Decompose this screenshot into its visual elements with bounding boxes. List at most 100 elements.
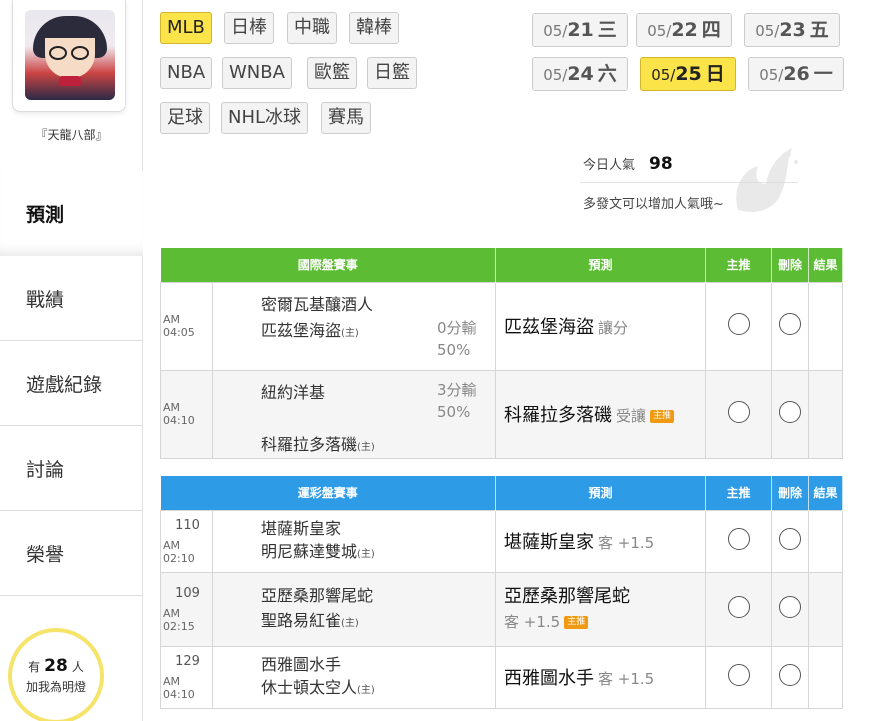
result-cell [808, 571, 844, 647]
featured-radio[interactable] [727, 313, 750, 335]
prediction: 西雅圖水手客 +1.5 [495, 645, 707, 709]
matchup: 西雅圖水手 休士頓太空人(主) [211, 645, 497, 709]
delete-cell [771, 369, 810, 459]
game-time: AM 02:10 [163, 538, 195, 565]
table-row: AM 04:05 密爾瓦基釀酒人 匹茲堡海盜(主) 0分輸 50% 匹茲堡海盜 讓分 [160, 281, 844, 371]
col-header-predict: 預測 [495, 248, 707, 282]
featured-cell [705, 645, 773, 709]
col-header-featured: 主推 [705, 476, 773, 510]
intl-games-table: 國際盤賽事 預測 主推 刪除 結果 AM 04:05 密爾瓦基釀酒人 匹茲堡海盜… [160, 248, 844, 459]
featured-cell [705, 509, 773, 573]
home-team: 科羅拉多落磯(主) [261, 435, 375, 454]
prediction: 堪薩斯皇家客 +1.5 [495, 509, 707, 573]
sport-horse-racing[interactable]: 賽馬 [321, 102, 371, 134]
lottery-games-table: 運彩盤賽事 預測 主推 刪除 結果 110 AM 02:10 堪薩斯皇家 明尼蘇達… [160, 476, 844, 709]
away-team: 亞歷桑那響尾蛇 [261, 585, 374, 605]
game-info: 109 AM 02:15 [160, 571, 213, 647]
prediction: 匹茲堡海盜 讓分 [495, 281, 707, 371]
sport-kbo[interactable]: 韓棒 [349, 12, 399, 44]
nav-item-honor[interactable]: 榮譽 [0, 511, 143, 596]
game-time: AM 04:10 [163, 674, 195, 701]
prediction: 亞歷桑那響尾蛇 客 +1.5 主推 [495, 571, 707, 647]
col-header-event: 運彩盤賽事 [160, 476, 497, 510]
away-team: 紐約洋基 [261, 383, 326, 402]
popularity-value: 98 [649, 154, 673, 174]
col-header-delete: 刪除 [771, 248, 810, 282]
popularity-hint: 多發文可以增加人氣哦~ [583, 197, 724, 212]
date-0522[interactable]: 05/22 四 [636, 13, 732, 47]
table-header: 國際盤賽事 預測 主推 刪除 結果 [160, 248, 844, 282]
nav-item-game-log[interactable]: 遊戲紀錄 [0, 341, 143, 426]
home-team: 明尼蘇達雙城(主) [261, 541, 375, 561]
col-header-result: 結果 [808, 248, 844, 282]
popularity: 今日人氣 98 [583, 154, 673, 174]
date-0521[interactable]: 05/21 三 [532, 13, 628, 47]
result-cell [808, 645, 844, 709]
col-header-featured: 主推 [705, 248, 773, 282]
game-time: AM 04:10 [160, 369, 213, 459]
result-cell [808, 509, 844, 573]
featured-cell [705, 369, 773, 459]
table-row: 129 AM 04:10 西雅圖水手 休士頓太空人(主) 西雅圖水手客 +1.5 [160, 645, 844, 709]
matchup: 紐約洋基 科羅拉多落磯(主) 3分輸 50% [211, 369, 497, 459]
featured-badge: 主推 [650, 410, 675, 423]
delete-radio[interactable] [779, 664, 802, 686]
username: 『天龍八部』 [35, 128, 108, 142]
fans-count: 28 [44, 656, 68, 676]
featured-radio[interactable] [727, 596, 750, 618]
avatar[interactable] [25, 10, 115, 100]
prediction: 科羅拉多落磯 受讓 主推 [495, 369, 707, 459]
sport-nba[interactable]: NBA [160, 57, 213, 89]
sport-soccer[interactable]: 足球 [160, 102, 210, 134]
away-team: 密爾瓦基釀酒人 [261, 295, 374, 314]
game-info: 110 AM 02:10 [160, 509, 213, 573]
col-header-predict: 預測 [495, 476, 707, 510]
date-0526[interactable]: 05/26 一 [748, 57, 844, 91]
game-info: 129 AM 04:10 [160, 645, 213, 709]
table-row: AM 04:10 紐約洋基 科羅拉多落磯(主) 3分輸 50% 科羅拉多落磯 受讓主… [160, 369, 844, 459]
spread-line: 3分輸 50% [437, 381, 477, 421]
delete-radio[interactable] [779, 528, 802, 550]
sport-japan-basketball[interactable]: 日籃 [367, 57, 417, 89]
follow-link[interactable]: 加我為明燈 [12, 678, 100, 695]
col-header-result: 結果 [808, 476, 844, 510]
nav-item-discussion[interactable]: 討論 [0, 426, 143, 511]
game-number: 109 [175, 585, 200, 601]
delete-radio[interactable] [779, 313, 802, 335]
home-team: 匹茲堡海盜(主) [261, 321, 359, 340]
sport-nhl[interactable]: NHL冰球 [221, 102, 309, 134]
date-0524[interactable]: 05/24 六 [532, 57, 628, 91]
nav-item-predict[interactable]: 預測 [0, 171, 143, 256]
nav-item-record[interactable]: 戰績 [0, 256, 143, 341]
game-number: 110 [175, 517, 200, 533]
featured-radio[interactable] [727, 401, 750, 423]
sport-euro-basketball[interactable]: 歐籃 [307, 57, 357, 89]
fans-widget[interactable]: 有 28 人 加我為明燈 [8, 628, 104, 721]
date-0523[interactable]: 05/23 五 [744, 13, 840, 47]
game-number: 129 [175, 653, 200, 669]
sport-mlb[interactable]: MLB [160, 12, 212, 44]
featured-radio[interactable] [727, 664, 750, 686]
matchup: 密爾瓦基釀酒人 匹茲堡海盜(主) 0分輸 50% [211, 281, 497, 371]
delete-radio[interactable] [779, 596, 802, 618]
featured-cell [705, 571, 773, 647]
wing-decoration-icon [736, 148, 798, 213]
delete-cell [771, 571, 810, 647]
home-team: 聖路易紅雀(主) [261, 610, 359, 630]
matchup: 堪薩斯皇家 明尼蘇達雙城(主) [211, 509, 497, 573]
delete-cell [771, 645, 810, 709]
sport-cpbl[interactable]: 中職 [287, 12, 337, 44]
col-header-event: 國際盤賽事 [160, 248, 497, 282]
date-0525[interactable]: 05/25 日 [640, 57, 736, 91]
result-cell [808, 369, 844, 459]
matchup: 亞歷桑那響尾蛇 聖路易紅雀(主) [211, 571, 497, 647]
featured-cell [705, 281, 773, 371]
sport-wnba[interactable]: WNBA [222, 57, 292, 89]
sidebar: 『天龍八部』 預測 戰績 遊戲紀錄 討論 榮譽 有 28 人 加我為明燈 [0, 0, 143, 721]
game-time: AM 02:15 [163, 606, 195, 633]
featured-radio[interactable] [727, 528, 750, 550]
delete-cell [771, 509, 810, 573]
delete-radio[interactable] [779, 401, 802, 423]
away-team: 西雅圖水手 [261, 654, 342, 674]
sport-npb[interactable]: 日棒 [224, 12, 274, 44]
